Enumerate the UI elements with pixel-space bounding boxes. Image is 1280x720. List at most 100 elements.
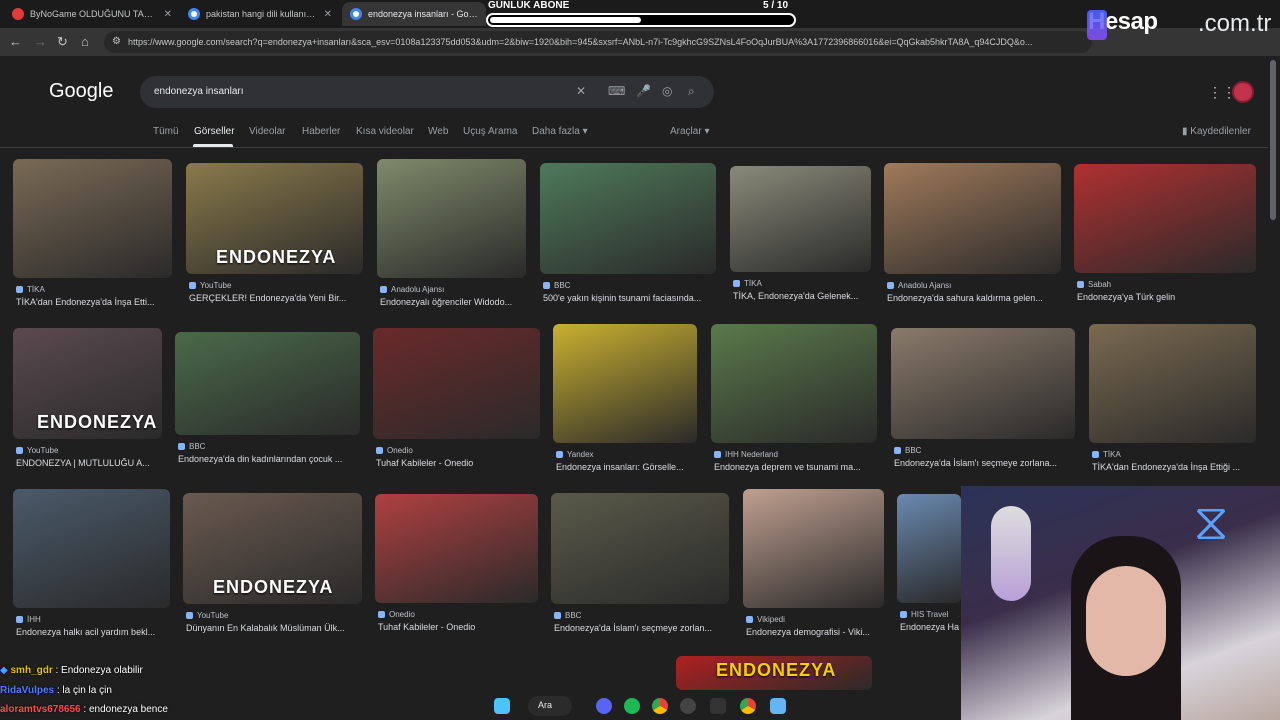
result-source[interactable]: İHH: [16, 615, 41, 624]
discord-icon[interactable]: [596, 698, 612, 714]
image-result-thumbnail[interactable]: [891, 328, 1075, 439]
result-caption[interactable]: Endonezya'da sahura kaldırma gelen...: [887, 293, 1043, 303]
tab-flights[interactable]: Uçuş Arama: [463, 126, 517, 137]
browser-tab-3-active[interactable]: endonezya insanları - Google'da A: [342, 2, 486, 26]
result-caption[interactable]: TİKA, Endonezya'da Gelenek...: [733, 291, 858, 301]
image-result-thumbnail[interactable]: [373, 328, 540, 439]
site-info-icon[interactable]: ⚙: [112, 36, 121, 47]
result-source[interactable]: IHH Nederland: [714, 450, 778, 459]
image-result-thumbnail[interactable]: [175, 332, 360, 435]
result-source[interactable]: HIS Travel: [900, 610, 948, 619]
home-icon[interactable]: ⌂: [81, 34, 89, 49]
result-caption[interactable]: Tuhaf Kabileler - Onedio: [378, 622, 475, 632]
browser-tab-1[interactable]: ByNoGame OLDUĞUNU TAHMİN ✕: [4, 2, 180, 26]
clear-search-icon[interactable]: ✕: [576, 84, 586, 98]
result-caption[interactable]: Endonezya deprem ve tsunami ma...: [714, 462, 861, 472]
result-source[interactable]: YouTube: [189, 281, 231, 290]
result-source[interactable]: YouTube: [186, 611, 228, 620]
microphone-icon[interactable]: 🎤: [636, 84, 651, 98]
result-source[interactable]: TİKA: [16, 285, 45, 294]
result-caption[interactable]: TİKA'dan Endonezya'da İnşa Ettiği ...: [1092, 462, 1240, 472]
result-source[interactable]: Onedio: [376, 446, 413, 455]
result-caption[interactable]: 500'e yakın kişinin tsunami faciasında..…: [543, 293, 701, 303]
back-arrow-icon[interactable]: ←: [9, 34, 22, 49]
result-source[interactable]: Vikipedi: [746, 615, 785, 624]
tools-button[interactable]: Araçlar ▾: [670, 126, 710, 137]
reload-icon[interactable]: ↻: [57, 34, 68, 50]
image-result-thumbnail[interactable]: [551, 493, 729, 604]
close-tab-icon[interactable]: ✕: [324, 9, 332, 20]
result-caption[interactable]: Tuhaf Kabileler - Onedio: [376, 458, 473, 468]
search-input[interactable]: endonezya insanları: [154, 86, 244, 97]
result-source[interactable]: BBC: [894, 446, 921, 455]
result-caption[interactable]: Dünyanın En Kalabalık Müslüman Ülk...: [186, 623, 345, 633]
account-avatar[interactable]: [1232, 81, 1254, 103]
result-source[interactable]: Anadolu Ajansı: [380, 285, 444, 294]
google-logo[interactable]: Google: [49, 80, 114, 103]
image-result-thumbnail[interactable]: [730, 166, 871, 272]
image-result-thumbnail[interactable]: [711, 324, 877, 443]
image-result-thumbnail[interactable]: [897, 494, 961, 603]
chrome-icon[interactable]: [652, 698, 668, 714]
image-result-thumbnail[interactable]: ENDONEZYA: [183, 493, 362, 604]
result-caption[interactable]: Endonezya'da İslam'ı seçmeye zorlan...: [554, 623, 712, 633]
steam-icon[interactable]: [680, 698, 696, 714]
page-scrollbar[interactable]: [1270, 60, 1276, 220]
result-caption[interactable]: Endonezya'ya Türk gelin: [1077, 292, 1175, 302]
app-icon[interactable]: [710, 698, 726, 714]
result-source[interactable]: Sabah: [1077, 280, 1111, 289]
result-source[interactable]: TİKA: [733, 279, 762, 288]
image-result-thumbnail[interactable]: [884, 163, 1061, 274]
result-source[interactable]: BBC: [543, 281, 570, 290]
result-source[interactable]: BBC: [178, 442, 205, 451]
result-caption[interactable]: ENDONEZYA | MUTLULUĞU A...: [16, 458, 150, 468]
image-result-thumbnail[interactable]: [553, 324, 697, 443]
search-icon[interactable]: ⌕: [688, 84, 695, 99]
result-caption[interactable]: Endonezya halkı acil yardım bekl...: [16, 627, 155, 637]
result-caption[interactable]: TİKA'dan Endonezya'da İnşa Etti...: [16, 297, 155, 307]
windows-start-icon[interactable]: [494, 698, 510, 714]
image-result-thumbnail[interactable]: ENDONEZYA: [186, 163, 363, 274]
browser-tab-2[interactable]: pakistan hangi dili kullanıyor - Go ✕: [180, 2, 340, 26]
result-source[interactable]: BBC: [554, 611, 581, 620]
spotify-icon[interactable]: [624, 698, 640, 714]
result-caption[interactable]: Endonezya'da İslam'ı seçmeye zorlana...: [894, 458, 1057, 468]
keyboard-icon[interactable]: ⌨: [608, 84, 625, 98]
image-result-thumbnail[interactable]: [377, 159, 526, 278]
image-result-thumbnail[interactable]: [540, 163, 716, 274]
result-caption[interactable]: Endonezyalı öğrenciler Widodo...: [380, 297, 512, 307]
result-caption[interactable]: GERÇEKLER! Endonezya'da Yeni Bir...: [189, 293, 346, 303]
result-source[interactable]: Yandex: [556, 450, 594, 459]
close-tab-icon[interactable]: ✕: [164, 9, 172, 20]
tab-news[interactable]: Haberler: [302, 126, 340, 137]
result-source[interactable]: Anadolu Ajansı: [887, 281, 951, 290]
result-source[interactable]: Onedio: [378, 610, 415, 619]
forward-arrow-icon[interactable]: →: [34, 34, 47, 49]
address-bar[interactable]: ⚙ https://www.google.com/search?q=endone…: [104, 31, 1092, 53]
result-caption[interactable]: Endonezya'da din kadınlarından çocuk ...: [178, 454, 342, 464]
chrome-active-icon[interactable]: [740, 698, 756, 714]
tab-all[interactable]: Tümü: [153, 126, 179, 137]
image-result-thumbnail[interactable]: [1089, 324, 1256, 443]
image-result-thumbnail[interactable]: [13, 489, 170, 608]
result-source[interactable]: TİKA: [1092, 450, 1121, 459]
notepad-icon[interactable]: [770, 698, 786, 714]
lens-camera-icon[interactable]: ◎: [662, 84, 672, 98]
result-caption[interactable]: Endonezya demografisi - Viki...: [746, 627, 870, 637]
tab-images[interactable]: Görseller: [194, 126, 235, 137]
result-source[interactable]: YouTube: [16, 446, 58, 455]
image-result-thumbnail[interactable]: [1074, 164, 1256, 273]
image-result-thumbnail[interactable]: [743, 489, 884, 608]
tab-videos[interactable]: Videolar: [249, 126, 286, 137]
tab-web[interactable]: Web: [428, 126, 448, 137]
image-result-thumbnail[interactable]: ENDONEZYA: [676, 656, 872, 690]
image-result-thumbnail[interactable]: [375, 494, 538, 603]
image-result-thumbnail[interactable]: ENDONEZYA: [13, 328, 162, 439]
image-result-thumbnail[interactable]: [13, 159, 172, 278]
tab-more[interactable]: Daha fazla ▾: [532, 126, 588, 137]
tab-short-videos[interactable]: Kısa videolar: [356, 126, 414, 137]
result-caption[interactable]: Endonezya insanları: Görselle...: [556, 462, 684, 472]
taskbar-search[interactable]: Ara: [528, 696, 572, 716]
result-caption[interactable]: Endonezya Ha: [900, 622, 959, 632]
saved-button[interactable]: ▮ Kaydedilenler: [1182, 126, 1251, 137]
